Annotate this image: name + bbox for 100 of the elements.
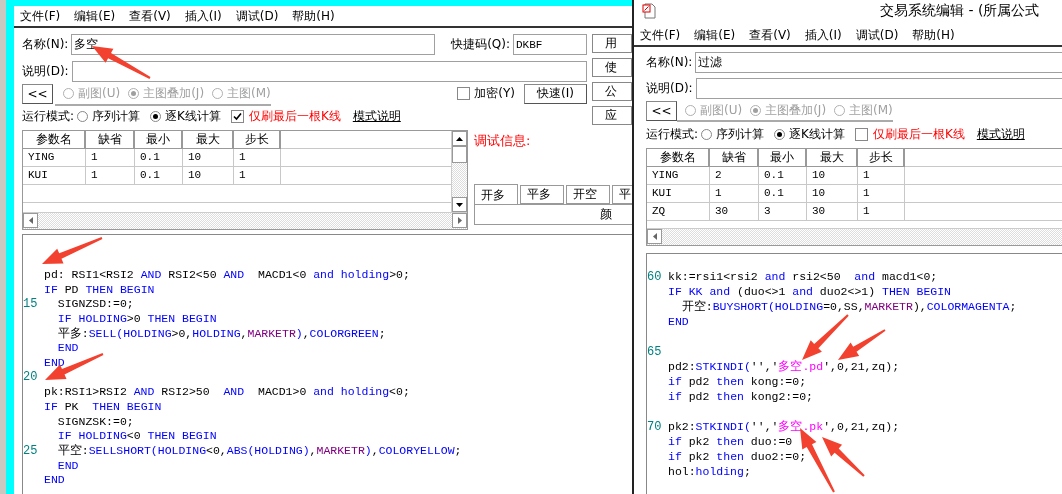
code-line: 平多:SELL(HOLDING>0,HOLDING,MARKETR),COLORGREEN; (56, 325, 386, 341)
signal-tab[interactable]: 开多 (474, 184, 518, 205)
left-arrow-icon (28, 217, 33, 224)
checkbox-label: 仅刷最后一根K线 (872, 125, 965, 143)
collapse-button[interactable]: << (646, 100, 677, 121)
document-icon (642, 3, 658, 19)
run-mode-label: 运行模式: (22, 107, 75, 125)
checkbox[interactable] (230, 109, 244, 123)
column-header: 缺省 (710, 149, 759, 167)
line-number: 65 (647, 344, 663, 359)
column-header: 参数名 (23, 131, 86, 149)
description-label: 说明(D): (646, 80, 693, 97)
up-arrow-icon (456, 136, 463, 141)
name-label: 名称(N): (22, 36, 69, 53)
code-line: IF KK and (duo<>1 and duo2<>1) THEN BEGIN (668, 285, 951, 298)
code-line: if pd2 then kong:=0; (668, 375, 807, 388)
code-line: IF HOLDING>0 THEN BEGIN (56, 311, 217, 325)
column-header: 步长 (858, 149, 905, 167)
side-button[interactable]: 用 (592, 34, 632, 53)
column-header: 步长 (234, 131, 281, 149)
code-line: END (668, 315, 689, 328)
annotation-arrow (45, 353, 104, 380)
checkbox[interactable] (854, 127, 868, 141)
code-line: if pd2 then kong2:=0; (668, 390, 813, 403)
scrollbar-thumb[interactable] (452, 146, 467, 163)
panel-label: 颜 (600, 206, 612, 223)
radio-label: 序列计算 (716, 125, 765, 143)
name-field[interactable]: 过滤 (695, 52, 1062, 73)
radio-label: 主图叠加(J) (143, 85, 205, 102)
code-line: END (56, 341, 79, 355)
line-number: 25 (23, 443, 39, 458)
description-field[interactable] (71, 61, 587, 82)
menu-item[interactable]: 插入(I) (184, 7, 222, 25)
menu-item[interactable]: 文件(F) (640, 26, 681, 44)
column-header: 最大 (183, 131, 234, 149)
code-line: IF PD THEN BEGIN (44, 282, 155, 296)
menu-item[interactable]: 查看(V) (129, 7, 171, 25)
radio-label: 主图(M) (849, 102, 893, 119)
menu-item[interactable]: 插入(I) (804, 26, 842, 44)
code-line: SIGNZSK:=0; (56, 414, 134, 428)
checkbox[interactable] (457, 87, 471, 100)
side-button[interactable]: 公 (592, 82, 632, 101)
radio-label: 逐K线计算 (165, 107, 221, 125)
mode-help-link[interactable]: 模式说明 (352, 107, 401, 125)
annotation-arrow (42, 237, 103, 264)
horizontal-scrollbar[interactable] (647, 228, 1062, 245)
column-header: 缺省 (86, 131, 135, 149)
column-header: 参数名 (647, 149, 710, 167)
code-line: hol:holding; (668, 465, 751, 478)
menu-item[interactable]: 调试(D) (855, 26, 899, 44)
name-label: 名称(N): (646, 54, 693, 71)
menu-item[interactable]: 帮助(H) (912, 26, 955, 44)
radio-label: 序列计算 (92, 107, 141, 125)
signal-tab[interactable]: 平多 (520, 185, 564, 204)
line-number: 15 (23, 296, 39, 311)
menu-item[interactable]: 文件(F) (20, 7, 61, 25)
radio-label: 主图叠加(J) (765, 102, 827, 119)
description-label: 说明(D): (22, 63, 69, 80)
menu-item[interactable]: 调试(D) (235, 7, 279, 25)
code-line: IF HOLDING<0 THEN BEGIN (56, 429, 217, 443)
left-arrow-icon (652, 233, 657, 240)
column-header: 最小 (135, 131, 183, 149)
code-editor[interactable] (22, 234, 632, 494)
code-line: END (44, 355, 65, 369)
column-header: 最大 (807, 149, 858, 167)
menu-item[interactable]: 编辑(E) (74, 7, 116, 25)
side-button[interactable]: 应 (592, 106, 632, 125)
right-arrow-icon (457, 217, 462, 224)
menu-item[interactable]: 编辑(E) (694, 26, 736, 44)
signal-tab[interactable]: 平 (612, 185, 632, 204)
checkbox-label: 仅刷最后一根K线 (248, 107, 341, 125)
signal-tab[interactable]: 开空 (566, 185, 610, 204)
mode-help-link[interactable]: 模式说明 (976, 125, 1025, 143)
side-button[interactable]: 使 (592, 58, 632, 77)
radio-label: 副图(U) (700, 102, 743, 119)
shortcut-field[interactable]: DKBF (513, 34, 587, 55)
radio-label: 逐K线计算 (789, 125, 845, 143)
debug-info-label: 调试信息: (474, 132, 532, 150)
horizontal-scrollbar[interactable] (23, 212, 467, 229)
quick-button[interactable]: 快速(I) (524, 83, 587, 104)
code-line: END (56, 458, 79, 472)
code-line: pd: RSI1<RSI2 AND RSI2<50 AND MACD1<0 and holding>0; (44, 267, 410, 281)
checkbox-label: 加密(Y) (474, 85, 515, 102)
code-editor[interactable] (646, 253, 1062, 494)
menu-item[interactable]: 查看(V) (749, 26, 791, 44)
code-line: 平空:SELLSHORT(HOLDING<0,ABS(HOLDING),MARKETR),COLORYELLOW; (56, 443, 462, 459)
code-line: pk2:STKINDI('','多空.pk',0,21,zq); (668, 419, 900, 434)
code-line: IF PK THEN BEGIN (44, 400, 162, 414)
menu-item[interactable]: 帮助(H) (292, 7, 335, 25)
run-mode-label: 运行模式: (646, 125, 699, 143)
line-number: 60 (647, 269, 663, 284)
vertical-scrollbar[interactable] (451, 131, 467, 212)
radio-label: 副图(U) (78, 85, 121, 102)
description-field[interactable] (695, 78, 1062, 99)
shortcut-label: 快捷码(Q): (451, 36, 510, 53)
collapse-button[interactable]: << (22, 83, 53, 104)
code-line: if pk2 then duo:=0 (668, 435, 793, 448)
code-line: pk:RSI1>RSI2 AND RSI2>50 AND MACD1>0 and holding<0; (44, 385, 410, 399)
radio-label: 主图(M) (227, 85, 271, 102)
code-line: END (44, 473, 65, 487)
